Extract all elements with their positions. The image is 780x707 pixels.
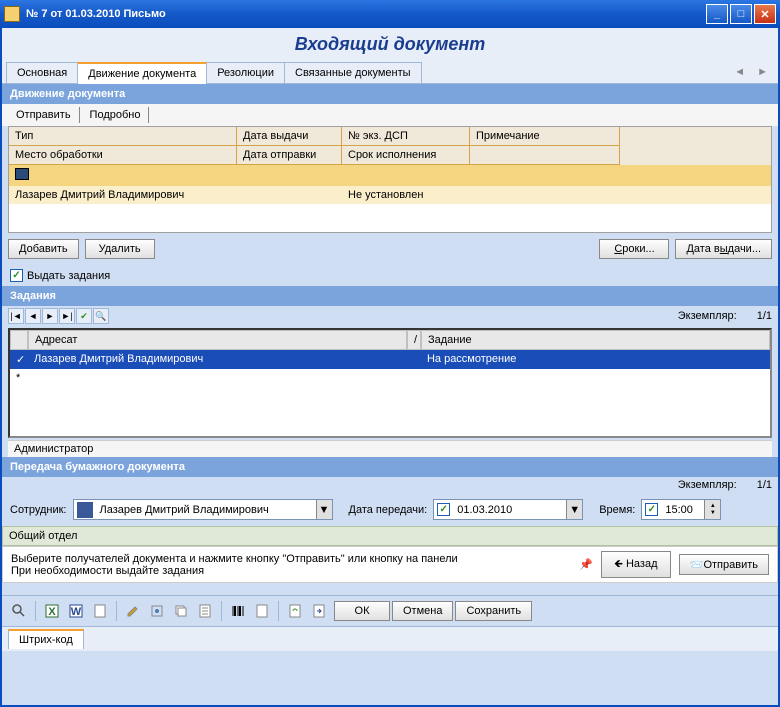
task-row[interactable]: ✓ Лазарев Дмитрий Владимирович На рассмо…	[10, 350, 770, 369]
issue-tasks-label: Выдать задания	[27, 270, 110, 282]
grid-row[interactable]	[9, 165, 771, 186]
barcode-icon[interactable]	[227, 600, 249, 622]
check-icon: ✓	[10, 350, 28, 369]
maximize-button[interactable]: □	[730, 4, 752, 24]
subtab-send[interactable]: Отправить	[8, 107, 80, 123]
nav-last[interactable]: ►|	[59, 308, 75, 324]
sheet-icon[interactable]	[251, 600, 273, 622]
bottom-toolbar: X W ОК Отмена Сохранить	[2, 595, 778, 626]
page-title: Входящий документ	[2, 28, 778, 61]
minimize-button[interactable]: _	[706, 4, 728, 24]
counter-label: Экземпляр:	[678, 310, 737, 322]
employee-label: Сотрудник:	[10, 504, 67, 516]
col-send-date[interactable]: Дата отправки	[237, 146, 342, 165]
time-checkbox[interactable]: ✓	[645, 503, 658, 516]
search-icon[interactable]	[8, 600, 30, 622]
doc-icon[interactable]	[89, 600, 111, 622]
tab-prev[interactable]: ◄	[728, 64, 751, 80]
svg-text:W: W	[71, 606, 82, 618]
copy-icon[interactable]	[170, 600, 192, 622]
export-icon[interactable]	[308, 600, 330, 622]
excel-icon[interactable]: X	[41, 600, 63, 622]
task-row-empty[interactable]: *	[10, 369, 770, 387]
terms-button[interactable]: Сроки...	[599, 239, 669, 259]
section-transfer-header: Передача бумажного документа	[2, 457, 778, 477]
counter-label-2: Экземпляр:	[678, 479, 737, 491]
status-line: Администратор	[8, 440, 772, 457]
spinner-icon[interactable]: ▲▼	[704, 500, 720, 519]
time-input[interactable]: ✓ 15:00 ▲▼	[641, 499, 721, 520]
person-icon	[15, 168, 29, 180]
department-label: Общий отдел	[2, 526, 778, 546]
transfer-date-label: Дата передачи:	[349, 504, 428, 516]
grid-row[interactable]: Лазарев Дмитрий Владимирович Не установл…	[9, 186, 771, 204]
tab-barcode[interactable]: Штрих-код	[8, 629, 84, 649]
add-button[interactable]: Добавить	[8, 239, 79, 259]
nav-first[interactable]: |◄	[8, 308, 24, 324]
zoom-icon[interactable]: 🔍	[93, 308, 109, 324]
transfer-date-input[interactable]: ✓ 01.03.2010 ▼	[433, 499, 583, 520]
edit-icon[interactable]	[122, 600, 144, 622]
col-note[interactable]: Примечание	[470, 127, 620, 146]
back-button[interactable]: 🡸 Назад	[601, 551, 671, 578]
counter-value-2: 1/1	[757, 479, 772, 491]
col-task[interactable]: Задание	[421, 330, 770, 350]
save-button[interactable]: Сохранить	[455, 601, 532, 621]
tab-related[interactable]: Связанные документы	[284, 62, 422, 83]
confirm-icon[interactable]: ✔	[76, 308, 92, 324]
nav-prev[interactable]: ◄	[25, 308, 41, 324]
send-button[interactable]: 📨Отправить	[679, 554, 769, 575]
col-deadline[interactable]: Срок исполнения	[342, 146, 470, 165]
movement-grid: Тип Дата выдачи № экз. ДСП Примечание Ме…	[8, 126, 772, 233]
delete-button[interactable]: Удалить	[85, 239, 155, 259]
info-text: Выберите получателей документа и нажмите…	[11, 553, 571, 577]
refresh-icon[interactable]	[284, 600, 306, 622]
chevron-down-icon[interactable]: ▼	[566, 500, 582, 519]
tab-main[interactable]: Основная	[6, 62, 78, 83]
ok-button[interactable]: ОК	[334, 601, 390, 621]
chevron-down-icon[interactable]: ▼	[316, 500, 332, 519]
subtab-details[interactable]: Подробно	[82, 107, 150, 123]
window-title: № 7 от 01.03.2010 Письмо	[26, 8, 706, 20]
close-button[interactable]: ✕	[754, 4, 776, 24]
section-movement-header: Движение документа	[2, 84, 778, 104]
issue-date-button[interactable]: Дата выдачи...	[675, 239, 772, 259]
app-icon	[4, 6, 20, 22]
pin-icon[interactable]: 📌	[579, 558, 593, 571]
titlebar: № 7 от 01.03.2010 Письмо _ □ ✕	[0, 0, 780, 28]
tab-next[interactable]: ►	[751, 64, 774, 80]
col-issue-date[interactable]: Дата выдачи	[237, 127, 342, 146]
counter-value: 1/1	[757, 310, 772, 322]
employee-dropdown[interactable]: Лазарев Дмитрий Владимирович ▼	[73, 499, 333, 520]
time-label: Время:	[599, 504, 635, 516]
date-checkbox[interactable]: ✓	[437, 503, 450, 516]
svg-text:X: X	[48, 606, 56, 618]
col-addressee[interactable]: Адресат	[28, 330, 407, 350]
cancel-button[interactable]: Отмена	[392, 601, 453, 621]
sort-icon[interactable]: /	[407, 330, 421, 350]
col-type[interactable]: Тип	[9, 127, 237, 146]
tab-movement[interactable]: Движение документа	[77, 62, 207, 84]
col-copy-num[interactable]: № экз. ДСП	[342, 127, 470, 146]
tab-resolutions[interactable]: Резолюции	[206, 62, 285, 83]
tabbar: Основная Движение документа Резолюции Св…	[2, 61, 778, 84]
attach-icon[interactable]	[146, 600, 168, 622]
word-icon[interactable]: W	[65, 600, 87, 622]
person-icon	[77, 502, 93, 518]
issue-tasks-checkbox[interactable]: ✓	[10, 269, 23, 282]
task-table: Адресат / Задание ✓ Лазарев Дмитрий Влад…	[8, 328, 772, 438]
nav-next[interactable]: ►	[42, 308, 58, 324]
section-tasks-header: Задания	[2, 286, 778, 306]
list-icon[interactable]	[194, 600, 216, 622]
col-location[interactable]: Место обработки	[9, 146, 237, 165]
